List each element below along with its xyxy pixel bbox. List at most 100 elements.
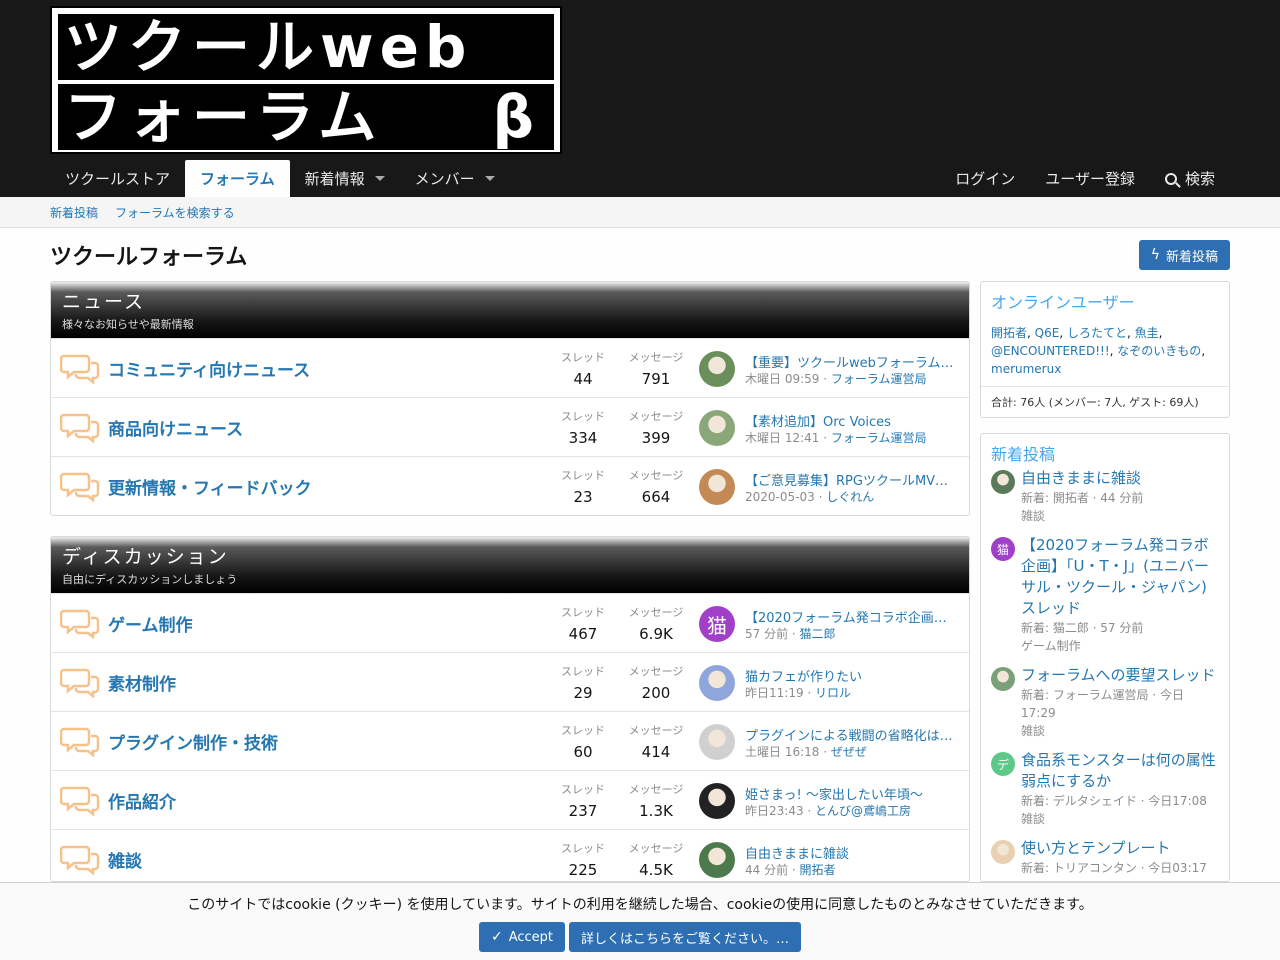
stat-label: メッセージ — [628, 351, 684, 364]
avatar[interactable]: デ — [991, 752, 1015, 776]
stat-threads: スレッド 467 — [548, 604, 618, 643]
login-link[interactable]: ログイン — [940, 160, 1030, 197]
avatar[interactable] — [991, 667, 1015, 691]
new-post-title[interactable]: 【2020フォーラム発コラボ企画】「U・T・J」(ユニバーサル・ツクール・ジャパ… — [1021, 535, 1221, 619]
forum-node-title[interactable]: ゲーム制作 — [108, 611, 193, 636]
nav-whats-new[interactable]: 新着情報 — [290, 160, 400, 197]
forum-node: ゲーム制作 スレッド 467 メッセージ 6.9K 猫【2020フォーラム発コラボ企画】…… — [51, 593, 969, 652]
new-post-title[interactable]: 自由きままに雑談 — [1021, 468, 1221, 489]
cookie-accept-button[interactable]: ✓ Accept — [478, 922, 566, 952]
register-link[interactable]: ユーザー登録 — [1030, 160, 1150, 197]
online-users-title[interactable]: オンラインユーザー — [981, 282, 1229, 316]
avatar[interactable] — [699, 783, 735, 819]
avatar[interactable] — [699, 410, 735, 446]
last-post-title[interactable]: 猫カフェが作りたい — [745, 666, 959, 685]
new-post-forum[interactable]: 雑談 — [1021, 810, 1221, 828]
last-post-title[interactable]: 【2020フォーラム発コラボ企画】… — [745, 607, 959, 626]
chevron-down-icon[interactable] — [374, 176, 385, 181]
online-user-link[interactable]: 魚圭 — [1135, 326, 1159, 340]
subnav-new-posts[interactable]: 新着投稿 — [50, 204, 98, 221]
chevron-down-icon[interactable] — [484, 176, 495, 181]
nav-members[interactable]: メンバー — [400, 160, 510, 197]
forum-node-title[interactable]: 商品向けニュース — [108, 415, 243, 440]
category-title[interactable]: ディスカッション — [62, 545, 958, 569]
new-post-forum[interactable]: 雑談 — [1021, 507, 1221, 525]
cookie-more-button[interactable]: 詳しくはこちらをご覧ください。… — [569, 922, 802, 952]
forum-node-title[interactable]: 雑談 — [108, 847, 142, 872]
last-post-meta: 土曜日 16:18 · ぜぜぜ — [745, 745, 867, 759]
avatar[interactable]: 猫 — [699, 606, 735, 642]
last-post-title[interactable]: 【素材追加】Orc Voices — [745, 411, 959, 430]
subnav-search-forums[interactable]: フォーラムを検索する — [115, 204, 235, 221]
nav-whats-new-label: 新着情報 — [304, 170, 365, 188]
node-list: ゲーム制作 スレッド 467 メッセージ 6.9K 猫【2020フォーラム発コラボ企画】…… — [51, 593, 969, 881]
site-header: ツクールweb フォーラム β ツクールストア フォーラム 新着情報 メンバー … — [0, 0, 1280, 197]
new-post-forum[interactable]: ゲーム制作 — [1021, 637, 1221, 655]
stat-threads: スレッド 60 — [548, 722, 618, 761]
stat-value: 200 — [641, 684, 671, 702]
avatar-letter: 猫 — [991, 537, 1015, 561]
stat-value: 225 — [568, 861, 598, 879]
forum-node-icon — [59, 784, 100, 817]
stat-value: 23 — [573, 488, 593, 506]
stat-value: 414 — [641, 743, 671, 761]
last-post-user[interactable]: リロル — [815, 686, 851, 700]
avatar[interactable] — [699, 665, 735, 701]
new-post-title[interactable]: 食品系モンスターは何の属性弱点にするか — [1021, 750, 1221, 792]
online-user-link[interactable]: 開拓者 — [991, 326, 1027, 340]
forum-node-title[interactable]: 素材制作 — [108, 670, 176, 695]
last-post-user[interactable]: ぜぜぜ — [831, 745, 867, 759]
category-header: ディスカッション 自由にディスカッションしましょう — [51, 537, 969, 593]
nav-forum[interactable]: フォーラム — [185, 160, 290, 197]
avatar[interactable]: 猫 — [991, 537, 1015, 561]
forum-node-title[interactable]: プラグイン制作・技術 — [108, 729, 278, 754]
last-post-meta: 木曜日 09:59 · フォーラム運営局 — [745, 372, 927, 386]
avatar[interactable] — [991, 840, 1015, 864]
avatar[interactable] — [991, 470, 1015, 494]
last-post-title[interactable]: プラグインによる戦闘の省略化は… — [745, 725, 959, 744]
avatar[interactable] — [699, 724, 735, 760]
last-post-user[interactable]: とんび@鳶嶋工房 — [815, 804, 911, 818]
logo-line-1: ツクールweb — [58, 14, 554, 80]
new-post-title[interactable]: 使い方とテンプレート — [1021, 838, 1221, 859]
online-user-link[interactable]: なぞのいきもの — [1117, 344, 1201, 358]
forum-node-title[interactable]: コミュニティ向けニュース — [108, 356, 310, 381]
avatar-letter: 猫 — [699, 606, 735, 642]
online-user-link[interactable]: @ENCOUNTERED!!! — [991, 344, 1110, 358]
forum-node-title[interactable]: 作品紹介 — [108, 788, 176, 813]
online-user-link[interactable]: しろたてと — [1067, 326, 1127, 340]
nav-tsukuru-store[interactable]: ツクールストア — [50, 160, 185, 197]
category-title[interactable]: ニュース — [62, 290, 958, 314]
new-post-title[interactable]: フォーラムへの要望スレッド — [1021, 665, 1221, 686]
new-posts-title[interactable]: 新着投稿 — [981, 434, 1229, 468]
cookie-buttons: ✓ Accept 詳しくはこちらをご覧ください。… — [0, 922, 1280, 952]
stat-value: 334 — [568, 429, 598, 447]
last-post-user[interactable]: 開拓者 — [800, 863, 836, 877]
last-post-user[interactable]: フォーラム運営局 — [831, 431, 927, 445]
avatar[interactable] — [699, 469, 735, 505]
last-post-title[interactable]: 姫さまっ! 〜家出したい年頃〜 — [745, 784, 959, 803]
last-post-title[interactable]: 【ご意見募集】RPGツクールMV… — [745, 470, 959, 489]
avatar[interactable] — [699, 842, 735, 878]
last-post-title[interactable]: 【重要】ツクールwebフォーラムβ… — [745, 352, 959, 371]
page-title: ツクールフォーラム — [50, 245, 248, 270]
stat-messages: メッセージ 4.5K — [621, 840, 691, 879]
search-link[interactable]: 検索 — [1150, 160, 1230, 197]
last-post-title[interactable]: 自由きままに雑談 — [745, 843, 959, 862]
online-user-link[interactable]: merumerux — [991, 362, 1061, 376]
last-post-date: 昨日23:43 — [745, 804, 804, 818]
category-description: 自由にディスカッションしましょう — [62, 573, 238, 586]
avatar[interactable] — [699, 351, 735, 387]
last-post-user[interactable]: 猫二郎 — [800, 627, 836, 641]
last-post-date: 44 分前 — [745, 863, 789, 877]
last-post-date: 木曜日 09:59 — [745, 372, 820, 386]
new-post-button[interactable]: ϟ 新着投稿 — [1138, 240, 1230, 270]
last-post-user[interactable]: しぐれん — [826, 490, 874, 504]
forum-node-title[interactable]: 更新情報・フィードバック — [108, 474, 312, 499]
last-post-user[interactable]: フォーラム運営局 — [831, 372, 927, 386]
new-post-forum[interactable]: 雑談 — [1021, 722, 1221, 740]
sub-nav: 新着投稿 フォーラムを検索する — [0, 197, 1280, 228]
stat-messages: メッセージ 6.9K — [621, 604, 691, 643]
site-logo[interactable]: ツクールweb フォーラム β — [50, 6, 562, 154]
online-user-link[interactable]: Q6E — [1035, 326, 1060, 340]
